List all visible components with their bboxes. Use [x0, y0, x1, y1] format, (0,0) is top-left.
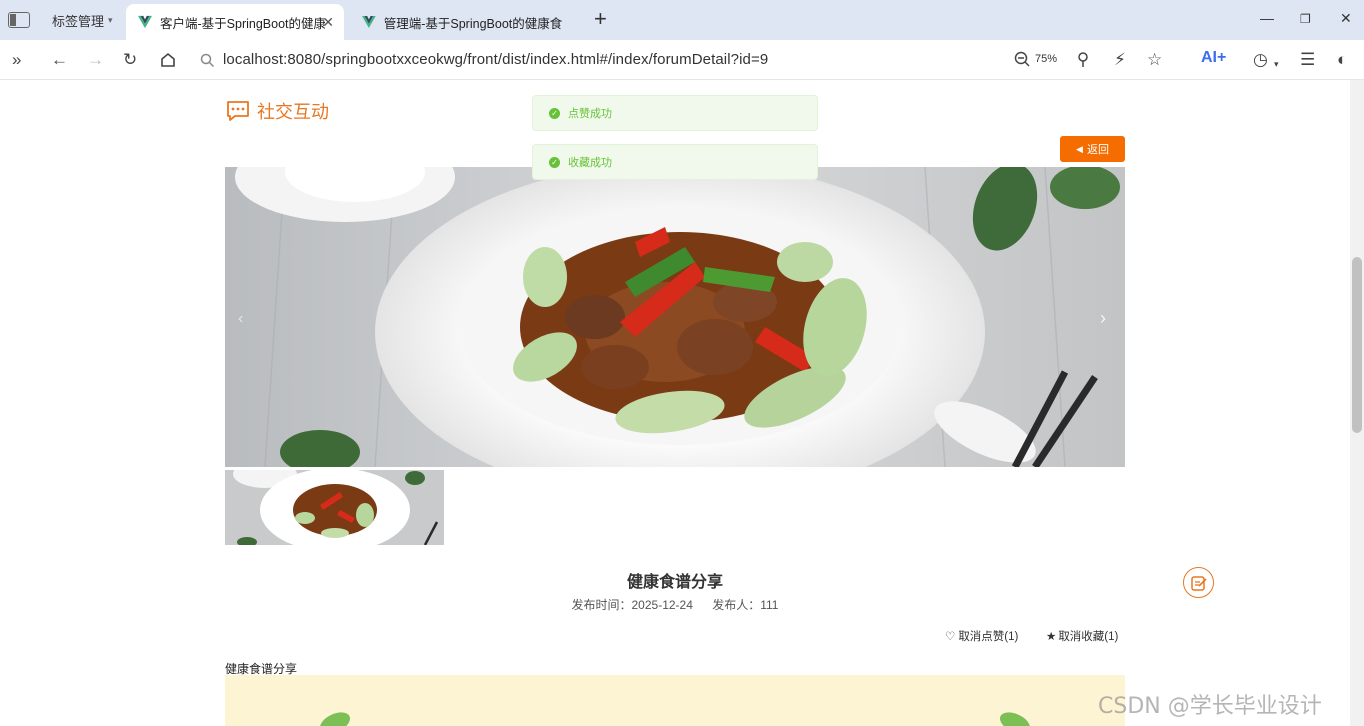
csdn-watermark: CSDN @学长毕业设计	[1098, 694, 1322, 719]
tab-title: 管理端-基于SpringBoot的健康食	[383, 16, 563, 31]
toast-text: 收藏成功	[568, 157, 612, 169]
unlike-button[interactable]: ♡ 取消点赞(1)	[945, 628, 1018, 644]
address-bar-input[interactable]: localhost:8080/springbootxxceokwg/front/…	[223, 51, 768, 68]
unlike-label: 取消点赞(1)	[958, 631, 1019, 643]
tab-manager-button[interactable]: 标签管理 ▾	[8, 8, 113, 32]
chevron-down-icon[interactable]: ▾	[1274, 54, 1279, 74]
heart-icon: ♡	[945, 631, 956, 643]
key-icon[interactable]	[1076, 52, 1090, 68]
zoom-level: 75%	[1035, 53, 1058, 65]
home-icon[interactable]	[160, 52, 176, 68]
browser-toolbar: » ← → ↻ localhost:8080/springbootxxceokw…	[0, 40, 1364, 80]
close-window-icon[interactable]: ✕	[1340, 10, 1352, 27]
tab-title: 客户端-基于SpringBoot的健康	[160, 16, 325, 31]
post-title: 健康食谱分享	[626, 574, 723, 591]
restore-icon[interactable]: ❐	[1300, 12, 1311, 26]
decorative-banner-image	[225, 675, 1125, 726]
toast-text: 点赞成功	[568, 108, 612, 120]
carousel-next-icon[interactable]: ›	[1100, 308, 1106, 329]
chat-bubble-icon	[227, 101, 249, 121]
section-title: 社交互动	[225, 98, 329, 124]
vue-logo-icon	[138, 15, 152, 29]
uncollect-label: 取消收藏(1)	[1058, 631, 1119, 643]
minimize-icon[interactable]: —	[1260, 10, 1274, 26]
check-circle-icon: ✓	[549, 107, 560, 119]
chevron-down-icon: ▾	[108, 14, 113, 25]
back-button[interactable]: ◀ 返回	[1060, 136, 1125, 162]
caret-left-icon: ◀	[1076, 143, 1083, 154]
sidebar-toggle-icon[interactable]	[8, 12, 30, 28]
tab-client[interactable]: 客户端-基于SpringBoot的健康 ✕	[126, 4, 344, 40]
history-icon[interactable]: ◷	[1253, 50, 1268, 70]
zoom-out-icon	[1014, 51, 1030, 67]
search-icon	[200, 53, 215, 68]
carousel-prev-icon[interactable]: ‹	[238, 310, 243, 328]
close-tab-icon[interactable]: ✕	[322, 14, 334, 31]
tab-admin[interactable]: 管理端-基于SpringBoot的健康食	[350, 4, 580, 40]
extension-icon[interactable]: ◐	[1337, 50, 1347, 70]
post-content-image	[225, 675, 1125, 726]
section-title-text: 社交互动	[257, 102, 329, 122]
forward-arrow-icon[interactable]: →	[87, 50, 104, 70]
dish-photo	[225, 167, 1125, 467]
reading-list-icon[interactable]: ☰	[1300, 50, 1315, 70]
lightning-icon[interactable]: ⚡	[1114, 50, 1126, 70]
publish-time: 发布时间：2025-12-24	[571, 598, 693, 612]
check-circle-icon: ✓	[549, 156, 560, 168]
browser-tab-bar: 标签管理 ▾ 客户端-基于SpringBoot的健康 ✕ 管理端-基于Sprin…	[0, 0, 1364, 40]
star-filled-icon: ★	[1046, 631, 1057, 643]
edit-note-icon	[1190, 575, 1207, 591]
toast-collect-success: ✓ 收藏成功	[532, 144, 818, 180]
new-tab-icon[interactable]: +	[594, 8, 607, 30]
ai-button[interactable]: AI+	[1201, 49, 1226, 67]
tab-manager-label: 标签管理	[52, 13, 105, 29]
back-arrow-icon[interactable]: ←	[51, 50, 68, 70]
vue-logo-icon	[362, 15, 376, 29]
post-image-carousel[interactable]: ‹ ›	[225, 167, 1125, 467]
scrollbar-thumb[interactable]	[1352, 257, 1362, 433]
expand-sidebar-icon[interactable]: »	[12, 50, 21, 70]
toast-like-success: ✓ 点赞成功	[532, 95, 818, 131]
back-label: 返回	[1086, 144, 1109, 156]
zoom-control[interactable]: 75%	[1014, 51, 1057, 67]
floating-edit-button[interactable]	[1183, 567, 1214, 598]
reload-icon[interactable]: ↻	[123, 50, 137, 70]
dish-thumbnail-photo	[225, 470, 444, 545]
uncollect-button[interactable]: ★ 取消收藏(1)	[1046, 628, 1118, 644]
carousel-thumbnail[interactable]	[225, 470, 444, 545]
star-icon[interactable]: ☆	[1147, 50, 1162, 70]
publisher: 发布人：111	[712, 598, 779, 612]
post-meta: 发布时间：2025-12-24 发布人：111	[225, 596, 1125, 613]
